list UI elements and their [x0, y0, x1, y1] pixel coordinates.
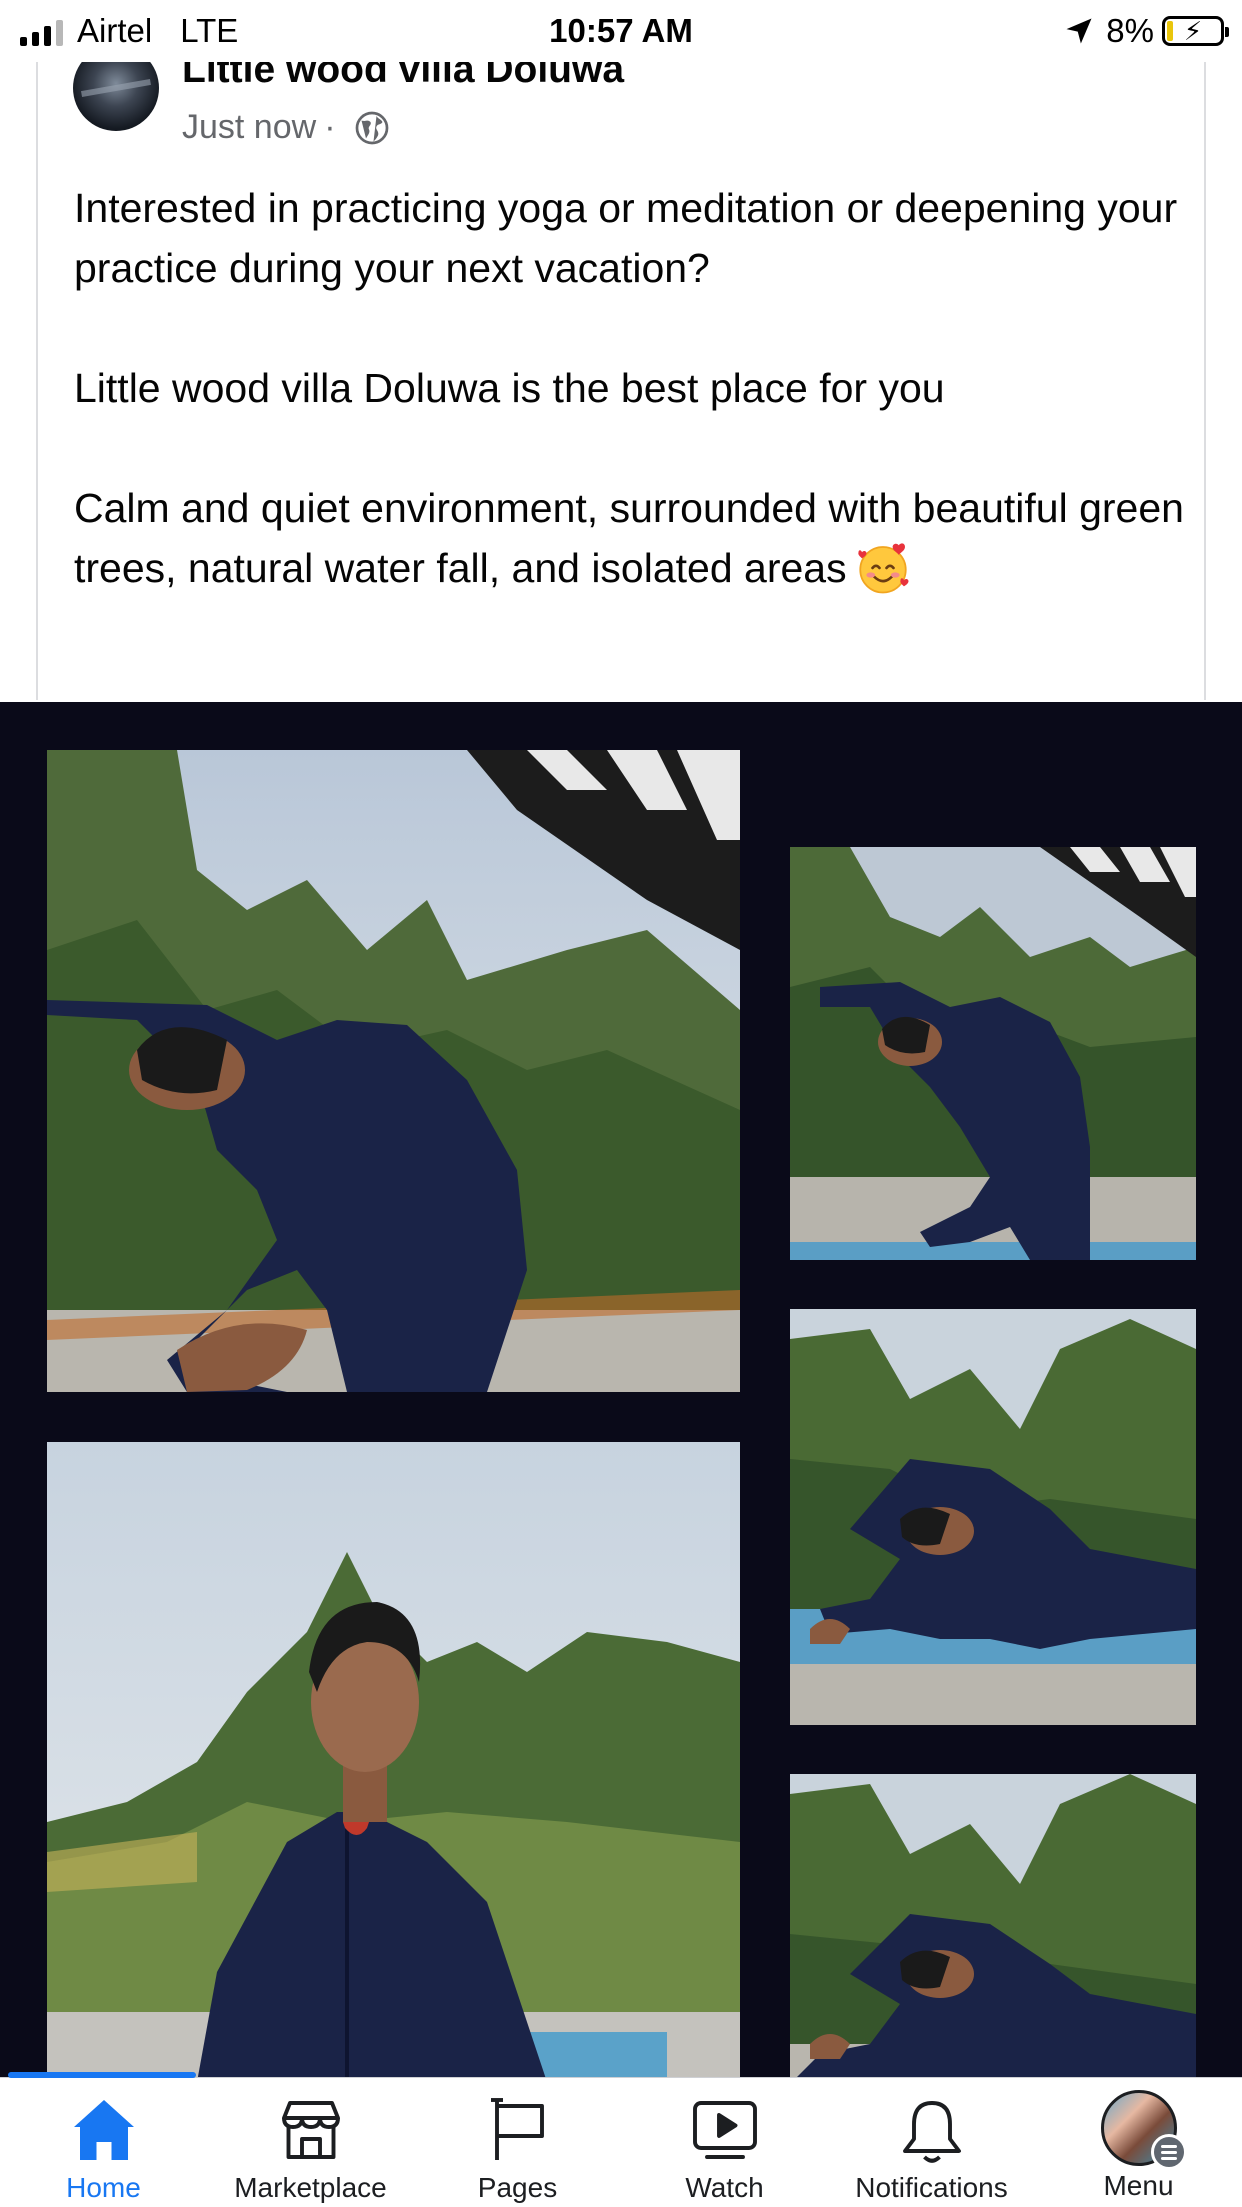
post-paragraph: Little wood villa Doluwa is the best pla…	[74, 365, 945, 411]
post-meta: Just now ·	[182, 108, 390, 147]
photo-3-image	[790, 1309, 1196, 1725]
nav-pages[interactable]: Pages	[414, 2078, 621, 2207]
photo-3[interactable]	[790, 1309, 1196, 1725]
home-icon	[64, 2094, 144, 2166]
photo-4-image	[47, 1442, 740, 2077]
charging-bolt-icon: ⚡︎	[1183, 16, 1203, 46]
bottom-navigation: Home Marketplace Pages Watch Notificatio…	[0, 2072, 1242, 2207]
status-time: 10:57 AM	[549, 12, 693, 49]
post-body: Interested in practicing yoga or meditat…	[74, 178, 1184, 598]
nav-marketplace-label: Marketplace	[234, 2172, 387, 2203]
post-paragraph: Interested in practicing yoga or meditat…	[74, 185, 1178, 291]
nav-watch-label: Watch	[685, 2172, 764, 2203]
nav-pages-label: Pages	[477, 2172, 558, 2203]
flag-icon	[478, 2094, 558, 2166]
photo-1[interactable]	[47, 750, 740, 1392]
photo-5-image	[790, 1774, 1196, 2077]
meta-separator: ·	[324, 108, 336, 146]
profile-avatar	[1100, 2090, 1187, 2170]
nav-watch[interactable]: Watch	[621, 2078, 828, 2207]
nav-notifications-label: Notifications	[855, 2172, 1008, 2203]
post-card: Little wood villa Doluwa Just now · Inte…	[36, 0, 1206, 700]
nav-home[interactable]: Home	[0, 2078, 207, 2207]
menu-hamburger-icon	[1150, 2134, 1187, 2170]
status-right: 8% ⚡︎	[1064, 12, 1229, 50]
smiling-face-with-hearts-icon	[857, 543, 909, 594]
photo-2-image	[790, 847, 1196, 1260]
location-arrow-icon	[1066, 18, 1092, 44]
battery-percentage: 8%	[1106, 12, 1154, 49]
photo-2[interactable]	[790, 847, 1196, 1260]
nav-home-label: Home	[66, 2172, 141, 2203]
photo-collage	[0, 702, 1242, 2077]
bell-icon	[892, 2094, 972, 2166]
post-timestamp[interactable]: Just now	[182, 108, 316, 147]
photo-1-image	[47, 750, 740, 1392]
nav-marketplace[interactable]: Marketplace	[207, 2078, 414, 2207]
post-paragraph-text: Calm and quiet environment, surrounded w…	[74, 485, 1184, 591]
nav-menu[interactable]: Menu	[1035, 2078, 1242, 2207]
status-bar: Airtel LTE 10:57 AM 8% ⚡︎	[0, 0, 1242, 62]
photo-5[interactable]	[790, 1774, 1196, 2077]
battery-icon: ⚡︎	[1162, 16, 1229, 46]
video-icon	[685, 2094, 765, 2166]
post-paragraph-last: Calm and quiet environment, surrounded w…	[74, 478, 1184, 598]
nav-menu-label: Menu	[1103, 2170, 1174, 2201]
globe-icon[interactable]	[354, 110, 390, 146]
nav-notifications[interactable]: Notifications	[828, 2078, 1035, 2207]
photo-4[interactable]	[47, 1442, 740, 2077]
marketplace-icon	[271, 2094, 351, 2166]
